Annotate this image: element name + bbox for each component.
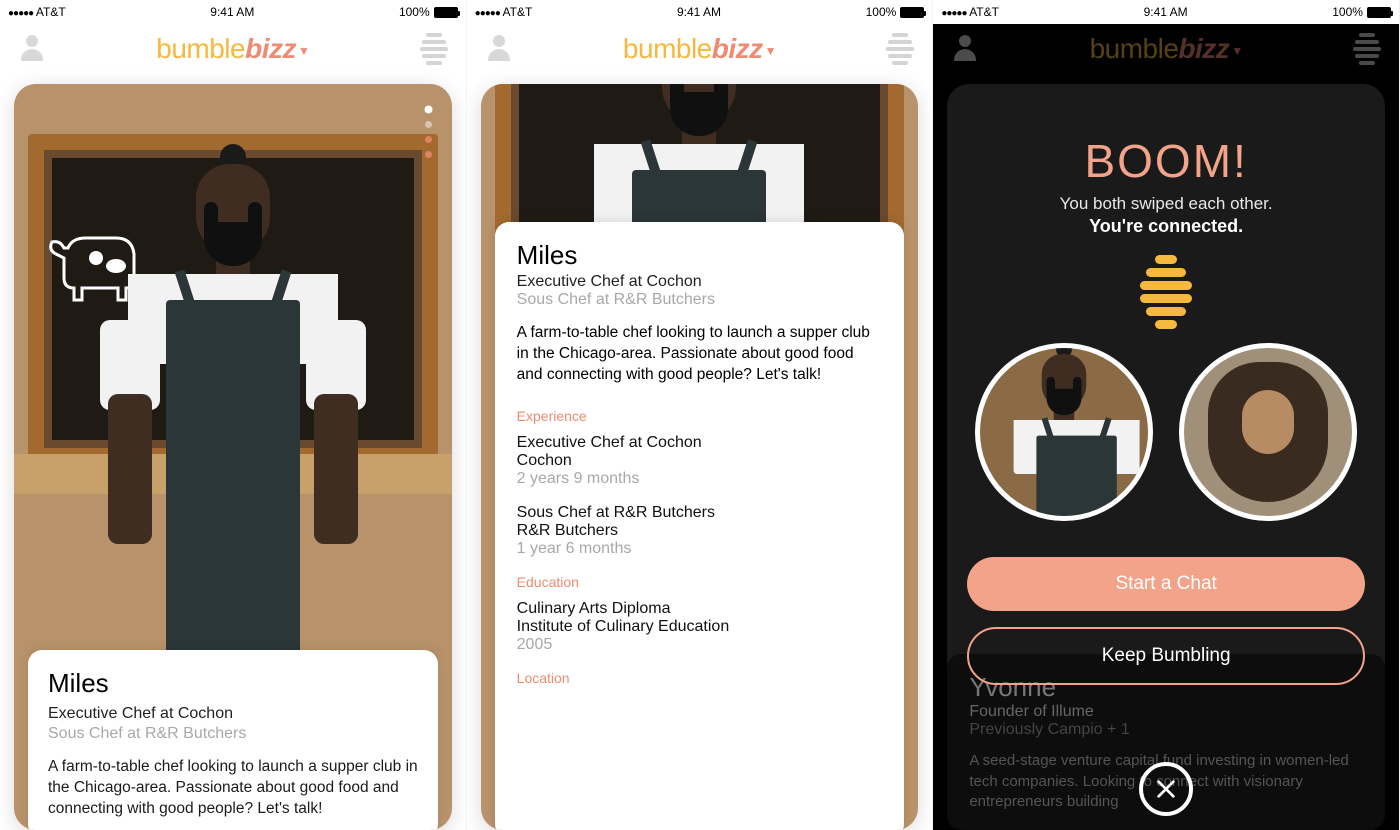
match-subline-1: You both swiped each other. (953, 194, 1379, 214)
close-button[interactable] (1139, 762, 1193, 816)
profile-role-primary: Executive Chef at Cochon (48, 705, 418, 723)
profile-card[interactable]: Miles Executive Chef at Cochon Sous Chef… (481, 84, 919, 830)
experience-item: Executive Chef at Cochon Cochon 2 years … (517, 434, 883, 488)
profile-icon[interactable] (18, 35, 46, 63)
battery: 100% (1332, 5, 1391, 19)
profile-bio: A farm-to-table chef looking to launch a… (48, 757, 418, 820)
section-experience: Experience (517, 408, 883, 424)
match-overlay: BOOM! You both swiped each other. You're… (933, 74, 1399, 830)
app-header: bumblebizz▼ (0, 24, 466, 74)
profile-role-secondary: Sous Chef at R&R Butchers (517, 291, 883, 309)
profile-role-primary: Executive Chef at Cochon (517, 273, 883, 291)
match-avatars (953, 343, 1379, 521)
profile-icon[interactable] (485, 35, 513, 63)
battery: 100% (399, 5, 458, 19)
photo-pagination[interactable] (425, 106, 432, 158)
section-education: Education (517, 574, 883, 590)
app-header: bumblebizz▼ (467, 24, 933, 74)
screen-profile-photo: ●●●●● AT&T 9:41 AM 100% bumblebizz▼ (0, 0, 467, 830)
app-logo[interactable]: bumblebizz▼ (623, 33, 776, 65)
clock: 9:41 AM (677, 5, 721, 19)
profile-detail-panel[interactable]: Miles Executive Chef at Cochon Sous Chef… (495, 222, 905, 830)
app-logo: bumblebizz▼ (1090, 33, 1243, 65)
profile-summary: Miles Executive Chef at Cochon Sous Chef… (28, 650, 438, 830)
beehive-icon (953, 255, 1379, 329)
match-headline: BOOM! (953, 134, 1379, 188)
carrier: ●●●●● AT&T (941, 5, 999, 19)
clock: 9:41 AM (1144, 5, 1188, 19)
profile-card[interactable]: Miles Executive Chef at Cochon Sous Chef… (14, 84, 452, 830)
education-item: Culinary Arts Diploma Institute of Culin… (517, 600, 883, 654)
filters-icon[interactable] (886, 33, 914, 65)
close-icon (1155, 778, 1177, 800)
status-bar: ●●●●● AT&T 9:41 AM 100% (933, 0, 1399, 24)
screen-profile-details: ●●●●● AT&T 9:41 AM 100% bumblebizz▼ Mile… (467, 0, 934, 830)
carrier: ●●●●● AT&T (475, 5, 533, 19)
start-chat-button[interactable]: Start a Chat (967, 557, 1365, 611)
status-bar: ●●●●● AT&T 9:41 AM 100% (0, 0, 466, 24)
section-location: Location (517, 670, 883, 686)
match-avatar-you (975, 343, 1153, 521)
experience-item: Sous Chef at R&R Butchers R&R Butchers 1… (517, 504, 883, 558)
status-bar: ●●●●● AT&T 9:41 AM 100% (467, 0, 933, 24)
app-logo[interactable]: bumblebizz▼ (156, 33, 309, 65)
match-subline-2: You're connected. (953, 216, 1379, 237)
profile-role-secondary: Sous Chef at R&R Butchers (48, 725, 418, 743)
screen-match: ●●●●● AT&T 9:41 AM 100% bumblebizz▼ Yvon… (933, 0, 1400, 830)
filters-icon (1353, 33, 1381, 65)
battery: 100% (866, 5, 925, 19)
profile-icon (951, 35, 979, 63)
profile-name: Miles (517, 240, 883, 271)
filters-icon[interactable] (420, 33, 448, 65)
profile-bio: A farm-to-table chef looking to launch a… (517, 323, 883, 386)
clock: 9:41 AM (210, 5, 254, 19)
match-avatar-them (1179, 343, 1357, 521)
keep-bumbling-button[interactable]: Keep Bumbling (967, 627, 1365, 685)
carrier: ●●●●● AT&T (8, 5, 66, 19)
app-header: bumblebizz▼ (933, 24, 1399, 74)
profile-name: Miles (48, 668, 418, 699)
